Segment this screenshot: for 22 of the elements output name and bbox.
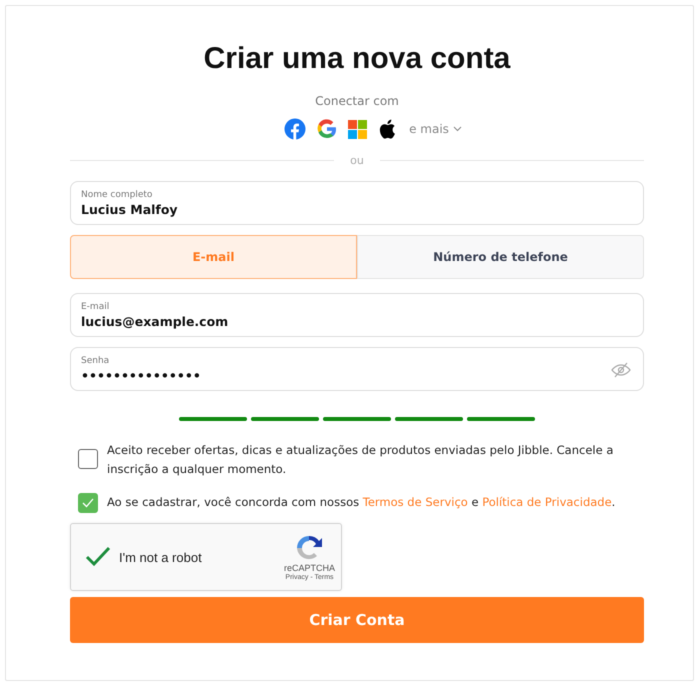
microsoft-icon[interactable] [348, 120, 368, 138]
captcha-label: I'm not a robot [119, 550, 203, 564]
recaptcha-logo-icon [294, 534, 324, 562]
more-providers-dropdown[interactable]: e mais [409, 122, 462, 136]
password-field[interactable]: Senha ••••••••••••••• [70, 347, 644, 391]
consent-text: Aceito receber ofertas, dicas e atualizações de produtos enviadas pelo Jibble. Cancele a inscrição a qualquer momento. [107, 442, 614, 478]
hidden-eye-icon[interactable] [611, 362, 631, 378]
google-icon[interactable] [317, 119, 338, 139]
recaptcha-brand: reCAPTCHA [284, 562, 335, 572]
page-title: Criar uma nova conta [202, 42, 512, 76]
full-name-field[interactable]: Nome completo Lucius Malfoy [70, 181, 644, 225]
chevron-down-icon[interactable] [452, 126, 462, 132]
consent-text: Ao se cadastrar, você concorda com nossos Termos de Serviço e Política de Privacidade. [107, 494, 616, 511]
checkmark-icon [82, 498, 94, 508]
facebook-icon[interactable] [284, 118, 306, 140]
apple-icon[interactable] [378, 119, 396, 139]
email-field[interactable]: E-mail lucius@example.com [70, 293, 644, 337]
divider-label: ou [350, 154, 364, 167]
checkbox[interactable] [78, 493, 98, 513]
tab[interactable]: Número de telefone [357, 235, 644, 279]
connect-label: Conectar com [314, 94, 400, 108]
checkbox[interactable] [78, 449, 98, 469]
